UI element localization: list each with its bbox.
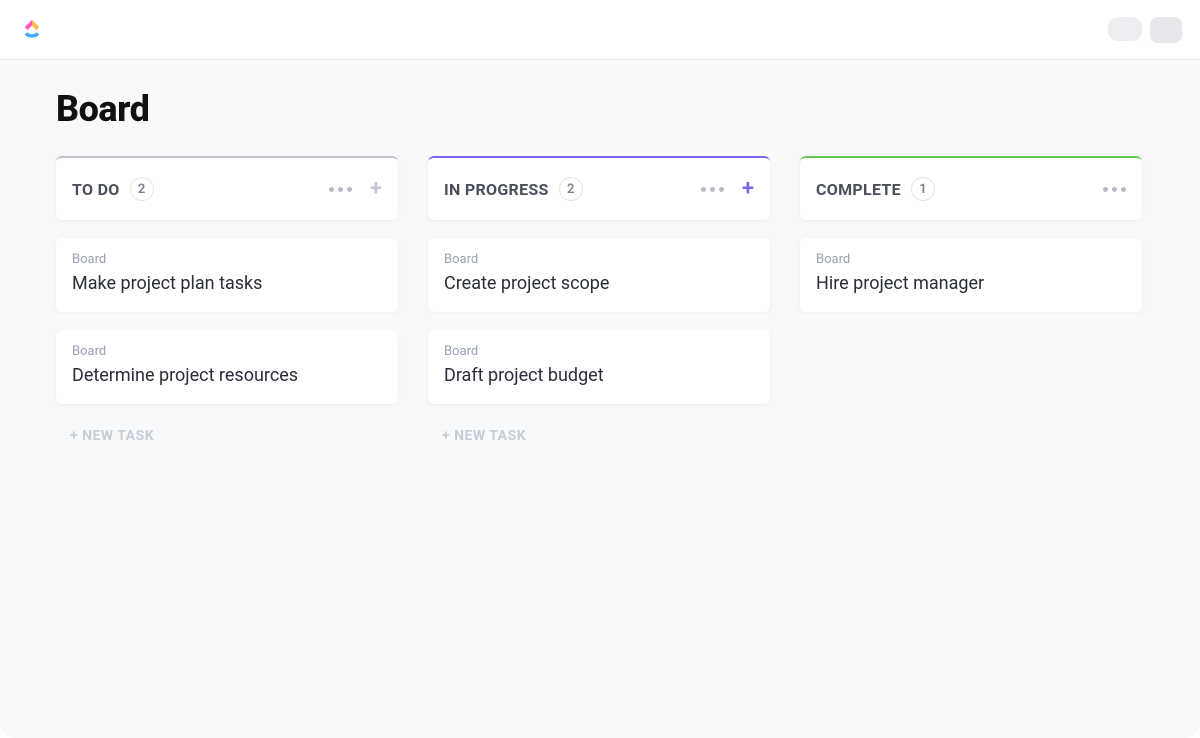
topbar-right [1108,17,1182,43]
add-task-icon[interactable]: + [742,178,754,200]
app-logo[interactable] [18,16,46,44]
column-actions: + [701,178,754,200]
clickup-logo-icon [19,17,45,43]
column-count-badge: 2 [130,177,154,201]
column-actions [1103,187,1126,192]
more-icon[interactable] [329,187,352,192]
add-task-icon[interactable]: + [370,178,382,200]
column-count-badge: 2 [559,177,583,201]
topbar-placeholder-1[interactable] [1108,17,1142,41]
card-breadcrumb: Board [816,252,1126,267]
card-breadcrumb: Board [72,252,382,267]
column-header-complete: COMPLETE 1 [800,156,1142,220]
card-title: Hire project manager [816,273,1126,294]
column-header-todo: TO DO 2 + [56,156,398,220]
task-card[interactable]: Board Determine project resources [56,330,398,404]
column-in-progress: IN PROGRESS 2 + Board Create project sco… [428,156,770,450]
column-title: IN PROGRESS [444,180,549,199]
new-task-button[interactable]: + NEW TASK [428,422,770,450]
card-title: Make project plan tasks [72,273,382,294]
card-breadcrumb: Board [72,344,382,359]
more-icon[interactable] [1103,187,1126,192]
column-complete: COMPLETE 1 Board Hire project manager [800,156,1142,450]
task-card[interactable]: Board Draft project budget [428,330,770,404]
card-breadcrumb: Board [444,252,754,267]
column-actions: + [329,178,382,200]
page-title: Board [56,88,1144,130]
new-task-button[interactable]: + NEW TASK [56,422,398,450]
card-breadcrumb: Board [444,344,754,359]
content-area: Board TO DO 2 + Board Make project plan … [0,60,1200,738]
column-count-badge: 1 [911,177,935,201]
topbar-placeholder-2[interactable] [1150,17,1182,43]
task-card[interactable]: Board Make project plan tasks [56,238,398,312]
board: TO DO 2 + Board Make project plan tasks … [56,156,1144,450]
more-icon[interactable] [701,187,724,192]
column-todo: TO DO 2 + Board Make project plan tasks … [56,156,398,450]
column-header-in-progress: IN PROGRESS 2 + [428,156,770,220]
card-title: Draft project budget [444,365,754,386]
app-window: Board TO DO 2 + Board Make project plan … [0,0,1200,738]
card-title: Create project scope [444,273,754,294]
topbar [0,0,1200,60]
task-card[interactable]: Board Create project scope [428,238,770,312]
column-title: TO DO [72,180,120,199]
card-title: Determine project resources [72,365,382,386]
task-card[interactable]: Board Hire project manager [800,238,1142,312]
column-title: COMPLETE [816,180,901,199]
